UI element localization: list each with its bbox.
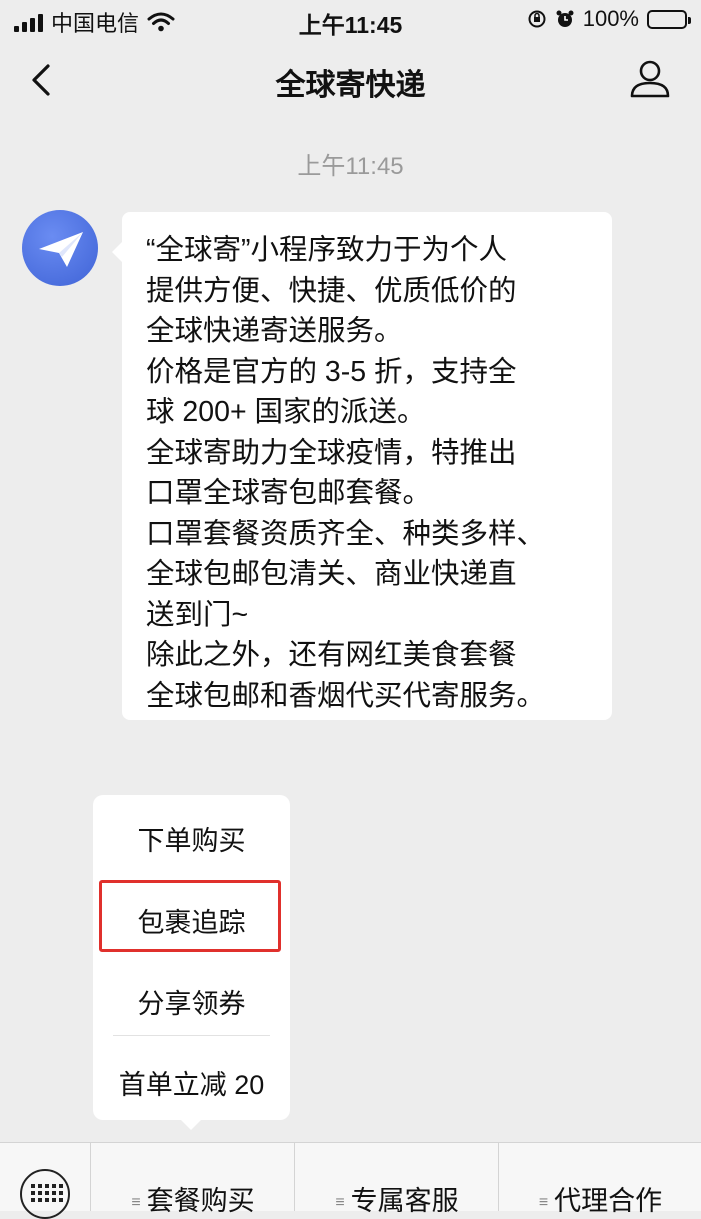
menu-divider	[113, 1035, 270, 1036]
orientation-lock-icon	[528, 10, 546, 28]
battery-label: 100%	[582, 6, 639, 31]
message-line: 全球包邮包清关、商业快递直	[146, 558, 517, 590]
page-title: 全球寄快递	[275, 69, 426, 102]
bottom-menu-label: 代理合作	[554, 1186, 663, 1216]
profile-icon[interactable]	[627, 56, 673, 102]
paper-plane-icon	[39, 232, 83, 267]
message-line: “全球寄”小程序致力于为个人	[146, 234, 507, 266]
message-line: 口罩套餐资质齐全、种类多样、	[146, 517, 546, 550]
message-line: 提供方便、快捷、优质低价的	[146, 274, 517, 307]
keyboard-toggle-icon[interactable]	[20, 1169, 70, 1219]
bottom-menu-label: 专属客服	[350, 1186, 459, 1216]
message-line: 价格是官方的 3-5 折，支持全	[146, 355, 517, 388]
menu-lines-icon: ≡	[131, 1193, 141, 1211]
alarm-icon	[556, 10, 574, 27]
message-line: 除此之外，还有网红美食套餐	[146, 639, 517, 671]
menu-item-discount[interactable]: 首单立减 20	[93, 1063, 290, 1102]
submenu-popup: 下单购买 包裹追踪 分享领券 首单立减 20	[93, 795, 290, 1130]
message-bubble: “全球寄”小程序致力于为个人 提供方便、快捷、优质低价的 全球快递寄送服务。 价…	[112, 212, 612, 720]
message-line: 全球寄助力全球疫情，特推出	[146, 436, 517, 469]
bottom-menu-agency[interactable]: ≡ 代理合作	[498, 1143, 701, 1216]
menu-lines-icon: ≡	[335, 1193, 345, 1211]
nav-bar: 全球寄快递	[0, 40, 701, 120]
official-account-avatar[interactable]	[22, 210, 98, 286]
status-bar: 中国电信 上午11:45 100%	[0, 0, 701, 40]
menu-lines-icon: ≡	[538, 1193, 549, 1211]
message-line: 全球包邮和香烟代买代寄服务。	[146, 679, 546, 712]
message-line: 全球快递寄送服务。	[146, 315, 403, 347]
status-right: 100%	[527, 6, 691, 32]
message-line: 送到门~	[146, 598, 249, 631]
menu-item-coupon[interactable]: 分享领券	[93, 982, 290, 1021]
highlight-box	[99, 880, 281, 952]
message-line: 球 200+ 国家的派送。	[146, 396, 426, 428]
bottom-menu-service[interactable]: ≡ 专属客服	[294, 1143, 499, 1216]
bottom-menu-label: 套餐购买	[146, 1186, 255, 1216]
bottom-menu-bar: ≡ 套餐购买 ≡ 专属客服 ≡ 代理合作	[0, 1142, 701, 1219]
bottom-menu-packages[interactable]: ≡ 套餐购买	[90, 1143, 295, 1216]
menu-item-order[interactable]: 下单购买	[93, 819, 290, 858]
chat-timestamp: 上午11:45	[297, 153, 404, 180]
battery-icon	[647, 9, 691, 29]
message-line: 口罩全球寄包邮套餐。	[146, 477, 432, 509]
